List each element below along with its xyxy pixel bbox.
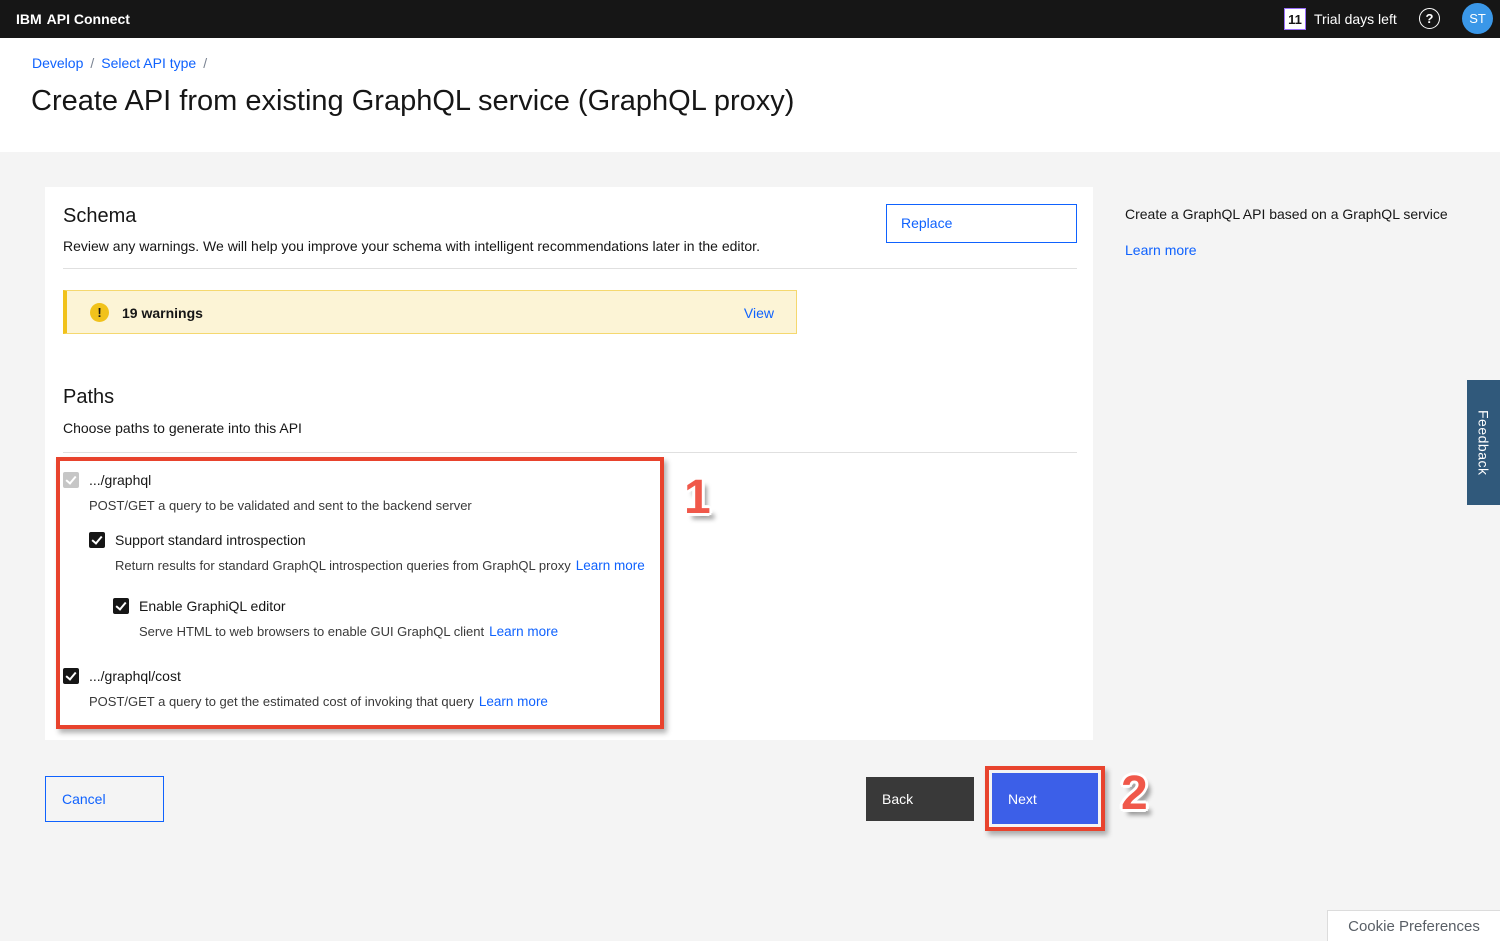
brand: IBM API Connect: [16, 0, 130, 38]
warning-banner: ! 19 warnings View: [63, 290, 797, 334]
learn-more-link[interactable]: Learn more: [479, 694, 548, 709]
cookie-preferences-button[interactable]: Cookie Preferences: [1327, 910, 1500, 941]
path-option-introspection: Support standard introspection Return re…: [89, 532, 645, 573]
avatar[interactable]: ST: [1462, 3, 1493, 34]
path-label: Enable GraphiQL editor: [139, 598, 286, 614]
path-label: Support standard introspection: [115, 532, 306, 548]
feedback-tab[interactable]: Feedback: [1467, 380, 1500, 505]
learn-more-link[interactable]: Learn more: [489, 624, 558, 639]
side-panel-text: Create a GraphQL API based on a GraphQL …: [1125, 206, 1495, 222]
main-card: [45, 187, 1093, 740]
path-description: POST/GET a query to get the estimated co…: [89, 694, 548, 709]
trial-days-badge: 11: [1284, 8, 1306, 30]
paths-divider: [63, 452, 1077, 453]
back-button[interactable]: Back: [866, 777, 974, 821]
schema-heading: Schema: [63, 205, 136, 228]
brand-name: API Connect: [47, 11, 130, 27]
path-option-graphiql-editor: Enable GraphiQL editor Serve HTML to web…: [113, 598, 558, 639]
app-window: IBM API Connect 11 Trial days left ? ST …: [0, 0, 1500, 941]
path-label: .../graphql: [89, 472, 151, 488]
checkbox-graphiql-editor[interactable]: [113, 598, 129, 614]
warning-count: 19 warnings: [122, 305, 203, 321]
breadcrumb-item-select-api-type[interactable]: Select API type: [101, 55, 196, 71]
schema-divider: [63, 268, 1077, 269]
path-description: Serve HTML to web browsers to enable GUI…: [139, 624, 558, 639]
warning-view-link[interactable]: View: [744, 305, 774, 321]
breadcrumb-item-develop[interactable]: Develop: [32, 55, 83, 71]
checkbox-introspection[interactable]: [89, 532, 105, 548]
breadcrumb-separator: /: [203, 55, 207, 71]
paths-heading: Paths: [63, 386, 114, 409]
next-button[interactable]: Next: [992, 773, 1098, 824]
top-header-bar: IBM API Connect 11 Trial days left ? ST: [0, 0, 1500, 38]
checkbox-graphql-cost[interactable]: [63, 668, 79, 684]
side-panel-learn-more-link[interactable]: Learn more: [1125, 242, 1197, 258]
schema-description: Review any warnings. We will help you im…: [63, 238, 760, 254]
checkbox-graphql: [63, 472, 79, 488]
path-description-text: Serve HTML to web browsers to enable GUI…: [139, 624, 484, 639]
warning-icon: !: [90, 303, 109, 322]
path-option-graphql: .../graphql POST/GET a query to be valid…: [63, 472, 477, 513]
brand-prefix: IBM: [16, 11, 42, 27]
page-title: Create API from existing GraphQL service…: [31, 85, 794, 118]
breadcrumb: Develop / Select API type /: [32, 55, 214, 71]
cancel-button[interactable]: Cancel: [45, 776, 164, 822]
path-description-text: POST/GET a query to get the estimated co…: [89, 694, 474, 709]
path-description-text: Return results for standard GraphQL intr…: [115, 558, 571, 573]
trial-days-label: Trial days left: [1314, 0, 1397, 38]
breadcrumb-separator: /: [90, 55, 94, 71]
paths-description: Choose paths to generate into this API: [63, 420, 302, 436]
replace-button[interactable]: Replace: [886, 204, 1077, 243]
path-description: POST/GET a query to be validated and sen…: [89, 498, 477, 513]
learn-more-link[interactable]: Learn more: [576, 558, 645, 573]
path-option-graphql-cost: .../graphql/cost POST/GET a query to get…: [63, 668, 548, 709]
help-icon[interactable]: ?: [1419, 8, 1440, 29]
feedback-tab-label: Feedback: [1476, 410, 1492, 475]
path-label: .../graphql/cost: [89, 668, 181, 684]
path-description-text: POST/GET a query to be validated and sen…: [89, 498, 472, 513]
path-description: Return results for standard GraphQL intr…: [115, 558, 645, 573]
